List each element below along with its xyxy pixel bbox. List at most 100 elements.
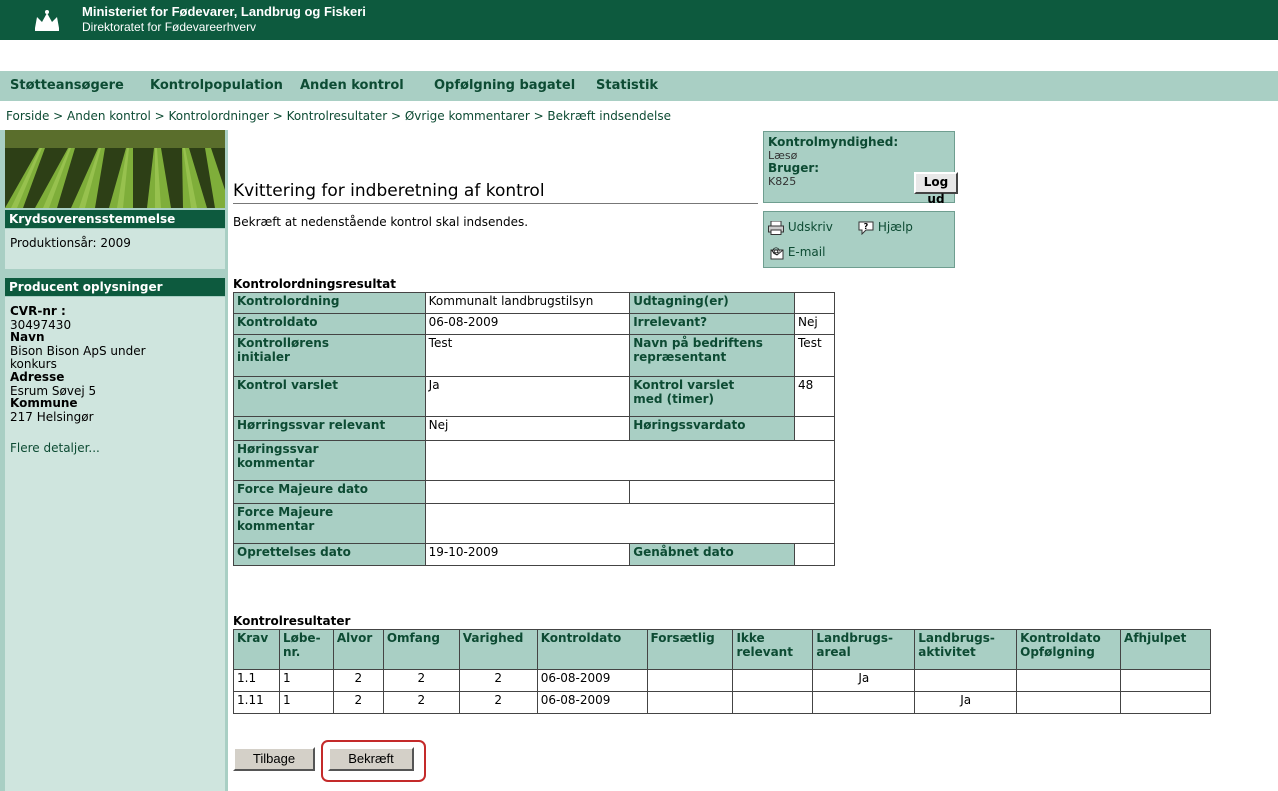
udtagning-value <box>794 292 835 314</box>
table-cell: 2 <box>458 669 538 692</box>
force-majeure-kommentar-label-line1: Force Majeure <box>237 505 334 519</box>
table-cell: 1.1 <box>233 669 280 692</box>
kr-header-text: Ikke <box>736 631 765 645</box>
email-label: E-mail <box>787 245 826 259</box>
table-cell: 2 <box>332 669 384 692</box>
nav-statistik[interactable]: Statistik <box>596 78 658 93</box>
cvr-label: CVR-nr : <box>10 304 66 318</box>
directorate-name: Direktoratet for Fødevareerhverv <box>82 20 257 34</box>
table-cell <box>646 691 734 714</box>
initialer-label: Kontrollørens initialer <box>233 334 426 377</box>
municipality-value: 217 Helsingør <box>10 410 94 424</box>
sidebar-section-producent: Producent oplysninger <box>5 278 225 296</box>
genabnet-value <box>794 543 835 566</box>
kontroldato-value: 06-08-2009 <box>424 313 631 335</box>
oprettelse-label: Oprettelses dato <box>233 543 426 566</box>
kr-header-text: areal <box>816 645 851 659</box>
varslet-med-label-line2: med (timer) <box>633 392 715 406</box>
nav-opfolgning-bagatel[interactable]: Opfølgning bagatel <box>434 78 575 93</box>
table-cell <box>812 691 916 714</box>
kr-header-cell: Varighed <box>458 629 538 670</box>
name-value-line2: konkurs <box>10 357 57 371</box>
name-label: Navn <box>10 330 45 344</box>
varslet-med-value: 48 <box>794 376 835 417</box>
kr-header-cell: Ikke relevant <box>732 629 814 670</box>
kr-header-cell: Afhjulpet <box>1120 629 1211 670</box>
kr-header-cell: Alvor <box>332 629 384 670</box>
kr-header-cell: Krav <box>233 629 280 670</box>
table-cell <box>732 669 814 692</box>
nav-anden-kontrol[interactable]: Anden kontrol <box>300 78 404 93</box>
table-cell: 1 <box>278 691 334 714</box>
table-cell <box>646 669 734 692</box>
logout-button[interactable]: Log ud <box>914 172 958 206</box>
page-title: Kvittering for indberetning af kontrol <box>233 181 545 201</box>
print-label: Udskriv <box>787 220 833 234</box>
header-bar: Ministeriet for Fødevarer, Landbrug og F… <box>0 0 1278 40</box>
kr-header-text: Afhjulpet <box>1124 631 1187 645</box>
kr-header-text: Løbe- <box>282 631 321 645</box>
email-link[interactable]: @ E-mail <box>768 245 825 260</box>
horingssvardato-value <box>794 416 835 441</box>
confirm-highlight-frame <box>321 740 426 782</box>
table-cell: Ja <box>914 691 1018 714</box>
kr-header-text: Varighed <box>462 631 524 645</box>
more-details-link[interactable]: Flere detaljer... <box>10 441 100 455</box>
help-label: Hjælp <box>877 220 913 234</box>
table-cell: 2 <box>458 691 538 714</box>
kr-header-text: aktivitet <box>918 645 976 659</box>
kr-header-cell: Omfang <box>382 629 460 670</box>
crown-logo-icon <box>30 8 64 34</box>
table-cell: 2 <box>382 691 460 714</box>
email-icon: @ <box>770 246 784 259</box>
kr-header-text: Kontroldato <box>540 631 622 645</box>
table-cell: 1.11 <box>233 691 280 714</box>
kr-header-text: nr. <box>282 645 301 659</box>
title-underline <box>233 203 758 204</box>
table-cell <box>1016 691 1122 714</box>
horingssvar-kommentar-label: Høringssvar kommentar <box>233 440 426 481</box>
kr-header-cell: Landbrugs-aktivitet <box>914 629 1018 670</box>
force-majeure-kommentar-value <box>424 503 836 544</box>
horingssvardato-label: Høringssvardato <box>629 416 796 441</box>
varslet-value: Ja <box>424 376 631 417</box>
nav-stotteansogere[interactable]: Støtteansøgere <box>10 78 124 93</box>
kr-header-text: Omfang <box>386 631 440 645</box>
table-cell: 2 <box>382 669 460 692</box>
authority-box: Kontrolmyndighed: Læsø Bruger: K825 Log … <box>763 131 958 206</box>
main-nav: Støtteansøgere Kontrolpopulation Anden k… <box>0 71 1278 101</box>
breadcrumb[interactable]: Forside > Anden kontrol > Kontrolordning… <box>6 109 671 123</box>
repr-label-line2: repræsentant <box>633 350 727 364</box>
back-button[interactable]: Tilbage <box>233 747 315 771</box>
kr-header-text: Kontroldato <box>1020 631 1101 645</box>
name-value-line1: Bison Bison ApS under <box>10 344 146 358</box>
table-cell: Ja <box>812 669 916 692</box>
genabnet-label: Genåbnet dato <box>629 543 796 566</box>
nav-kontrolpopulation[interactable]: Kontrolpopulation <box>150 78 283 93</box>
force-majeure-dato-value <box>424 480 631 504</box>
result-table: Kontrolordning Kommunalt landbrugstilsyn… <box>233 292 836 566</box>
irrelevant-value: Nej <box>794 313 835 335</box>
kr-header-text: Landbrugs- <box>816 631 893 645</box>
irrelevant-label: Irrelevant? <box>629 313 796 335</box>
kr-header-cell: Kontroldato <box>536 629 648 670</box>
force-majeure-kommentar-label: Force Majeure kommentar <box>233 503 426 544</box>
address-label: Adresse <box>10 370 65 384</box>
table-cell <box>914 669 1018 692</box>
horingssvar-relevant-label: Hørringssvar relevant <box>233 416 426 441</box>
table-cell: 2 <box>332 691 384 714</box>
print-link[interactable]: Udskriv <box>768 220 833 235</box>
varslet-med-label-line1: Kontrol varslet <box>633 378 735 392</box>
kr-header-cell: Kontroldato Opfølgning <box>1016 629 1122 670</box>
table-cell <box>1120 669 1211 692</box>
kr-header-text: Alvor <box>336 631 373 645</box>
help-link[interactable]: ? Hjælp <box>858 220 913 235</box>
production-year: Produktionsår: 2009 <box>10 236 131 250</box>
table-cell <box>732 691 814 714</box>
kr-header-cell: Landbrugs-areal <box>812 629 916 670</box>
horingssvar-kommentar-label-line2: kommentar <box>237 456 315 470</box>
force-majeure-dato-label: Force Majeure dato <box>233 480 426 504</box>
help-icon: ? <box>858 221 874 235</box>
municipality-label: Kommune <box>10 396 78 410</box>
varslet-med-label: Kontrol varslet med (timer) <box>629 376 796 417</box>
